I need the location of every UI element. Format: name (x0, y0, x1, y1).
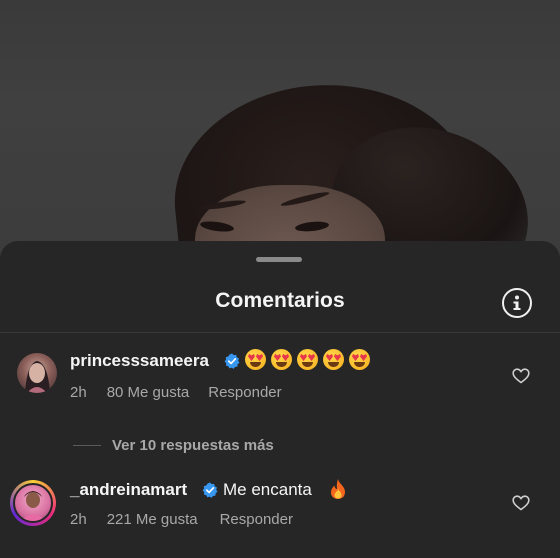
view-more-replies-label: Ver 10 respuestas más (112, 437, 274, 454)
comment-age: 2h (70, 511, 87, 528)
comments-sheet: Comentarios princesssameera 2h 80 Me gust… (0, 241, 560, 558)
header-divider (0, 332, 560, 333)
comment-username[interactable]: _andreinamart (70, 480, 187, 500)
like-heart-icon[interactable] (512, 495, 530, 511)
reply-button[interactable]: Responder (208, 384, 281, 401)
sheet-title: Comentarios (215, 289, 345, 312)
heart-eyes-emoji-icon (349, 349, 370, 370)
comment-age: 2h (70, 384, 87, 401)
fire-emoji-icon (331, 479, 345, 499)
info-icon[interactable] (502, 288, 532, 318)
avatar-image (13, 483, 53, 523)
heart-eyes-emoji-icon (297, 349, 318, 370)
heart-eyes-emoji-icon (271, 349, 292, 370)
replies-line (73, 445, 101, 446)
heart-eyes-emoji-icon (323, 349, 344, 370)
heart-eyes-emoji-icon (245, 349, 266, 370)
comment-meta: 2h 80 Me gusta Responder (70, 384, 299, 401)
comment-username[interactable]: princesssameera (70, 351, 209, 371)
info-glyph (513, 295, 521, 310)
comment-likes[interactable]: 80 Me gusta (107, 384, 190, 401)
reply-button[interactable]: Responder (220, 511, 293, 528)
avatar[interactable] (10, 480, 56, 526)
avatar[interactable] (17, 353, 57, 393)
comment-meta: 2h 221 Me gusta Responder (70, 511, 310, 528)
like-heart-icon[interactable] (512, 368, 530, 384)
post-photo (0, 0, 560, 260)
drag-handle[interactable] (256, 257, 302, 262)
emoji-row (245, 349, 375, 370)
comment-likes[interactable]: 221 Me gusta (107, 511, 198, 528)
verified-badge-icon (202, 482, 218, 498)
avatar-image (25, 361, 50, 393)
verified-badge-icon (224, 353, 240, 369)
comment-text: Me encanta (223, 480, 312, 499)
view-more-replies[interactable]: Ver 10 respuestas más (73, 437, 274, 454)
